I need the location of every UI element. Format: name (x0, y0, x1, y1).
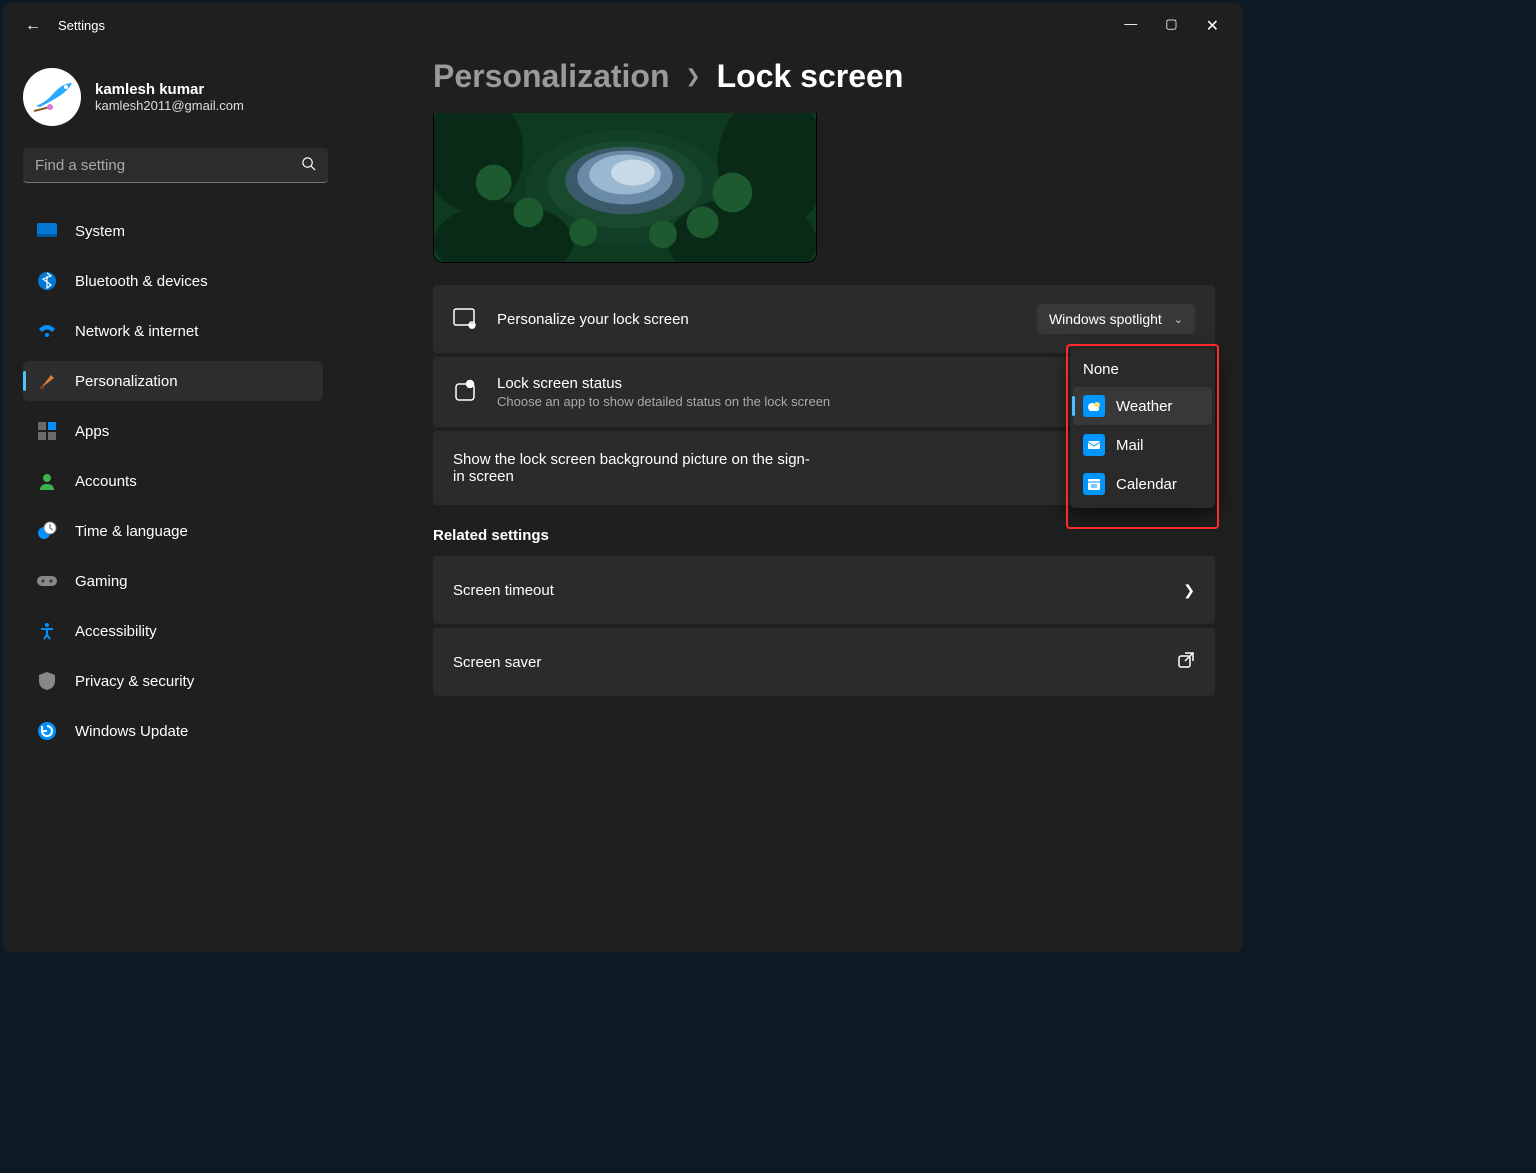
bluetooth-icon (37, 271, 57, 291)
external-link-icon (1177, 651, 1195, 674)
calendar-icon (1083, 473, 1105, 495)
search-input[interactable] (35, 157, 301, 174)
sidebar-item-network[interactable]: Network & internet (23, 311, 323, 351)
sidebar: kamlesh kumar kamlesh2011@gmail.com Syst… (3, 48, 333, 952)
paintbrush-icon (37, 371, 57, 391)
related-settings-heading: Related settings (433, 527, 1215, 544)
apps-icon (37, 421, 57, 441)
dropdown-value: Windows spotlight (1049, 311, 1162, 327)
close-button[interactable]: ✕ (1206, 16, 1219, 36)
nav-list: System Bluetooth & devices Network & int… (23, 211, 323, 751)
settings-window: ← Settings ― ▢ ✕ kamlesh (3, 3, 1243, 952)
sidebar-item-windows-update[interactable]: Windows Update (23, 711, 323, 751)
card-personalize-lock-screen[interactable]: Personalize your lock screen Windows spo… (433, 285, 1215, 353)
status-app-icon (453, 379, 477, 403)
sidebar-item-label: Personalization (75, 373, 178, 390)
picture-lock-icon (453, 307, 477, 331)
search-icon (301, 156, 316, 174)
option-label: None (1083, 361, 1119, 378)
sidebar-item-time-language[interactable]: Time & language (23, 511, 323, 551)
option-label: Calendar (1116, 476, 1177, 493)
dropdown-option-none[interactable]: None (1073, 353, 1212, 386)
back-button[interactable]: ← (13, 17, 53, 35)
option-label: Weather (1116, 398, 1172, 415)
person-icon (37, 471, 57, 491)
card-title: Screen saver (453, 654, 541, 671)
dropdown-option-weather[interactable]: Weather (1073, 387, 1212, 425)
search-box[interactable] (23, 148, 328, 183)
sidebar-item-label: Bluetooth & devices (75, 273, 208, 290)
sidebar-item-label: System (75, 223, 125, 240)
clock-globe-icon (37, 521, 57, 541)
window-controls: ― ▢ ✕ (1124, 16, 1233, 36)
weather-icon (1083, 395, 1105, 417)
breadcrumb-current: Lock screen (717, 58, 904, 95)
lockscreen-preview[interactable] (433, 113, 817, 263)
personalize-dropdown[interactable]: Windows spotlight ⌄ (1037, 304, 1195, 334)
main-content: Personalization ❯ Lock screen (333, 48, 1243, 952)
sidebar-item-personalization[interactable]: Personalization (23, 361, 323, 401)
profile-email: kamlesh2011@gmail.com (95, 98, 244, 113)
sidebar-item-accounts[interactable]: Accounts (23, 461, 323, 501)
sidebar-item-label: Accessibility (75, 623, 157, 640)
system-icon (37, 221, 57, 241)
breadcrumb: Personalization ❯ Lock screen (433, 58, 1215, 95)
breadcrumb-parent[interactable]: Personalization (433, 58, 670, 95)
minimize-button[interactable]: ― (1124, 16, 1137, 36)
chevron-right-icon: ❯ (686, 66, 701, 87)
mail-icon (1083, 434, 1105, 456)
chevron-right-icon: ❯ (1183, 582, 1195, 599)
gamepad-icon (37, 571, 57, 591)
sidebar-item-label: Apps (75, 423, 109, 440)
sidebar-item-gaming[interactable]: Gaming (23, 561, 323, 601)
sidebar-item-apps[interactable]: Apps (23, 411, 323, 451)
sidebar-item-bluetooth[interactable]: Bluetooth & devices (23, 261, 323, 301)
sidebar-item-label: Windows Update (75, 723, 188, 740)
card-screen-timeout[interactable]: Screen timeout ❯ (433, 556, 1215, 624)
sidebar-item-accessibility[interactable]: Accessibility (23, 611, 323, 651)
status-app-dropdown: None Weather Mail (1070, 348, 1215, 508)
shield-icon (37, 671, 57, 691)
window-title: Settings (58, 18, 105, 33)
card-title: Personalize your lock screen (497, 311, 1017, 328)
avatar (23, 68, 81, 126)
dropdown-option-calendar[interactable]: Calendar (1073, 465, 1212, 503)
sidebar-item-label: Time & language (75, 523, 188, 540)
sidebar-item-system[interactable]: System (23, 211, 323, 251)
card-title: Show the lock screen background picture … (453, 451, 813, 485)
maximize-button[interactable]: ▢ (1165, 16, 1177, 36)
option-label: Mail (1116, 437, 1144, 454)
sidebar-item-label: Gaming (75, 573, 128, 590)
card-screen-saver[interactable]: Screen saver (433, 628, 1215, 696)
profile-name: kamlesh kumar (95, 81, 244, 98)
sidebar-item-label: Accounts (75, 473, 137, 490)
profile[interactable]: kamlesh kumar kamlesh2011@gmail.com (23, 68, 323, 126)
dropdown-option-mail[interactable]: Mail (1073, 426, 1212, 464)
sidebar-item-label: Privacy & security (75, 673, 194, 690)
chevron-down-icon: ⌄ (1174, 313, 1183, 326)
card-title: Screen timeout (453, 582, 554, 599)
titlebar: ← Settings ― ▢ ✕ (3, 3, 1243, 48)
wifi-icon (37, 321, 57, 341)
sidebar-item-privacy[interactable]: Privacy & security (23, 661, 323, 701)
accessibility-icon (37, 621, 57, 641)
update-icon (37, 721, 57, 741)
sidebar-item-label: Network & internet (75, 323, 198, 340)
profile-text: kamlesh kumar kamlesh2011@gmail.com (95, 81, 244, 113)
